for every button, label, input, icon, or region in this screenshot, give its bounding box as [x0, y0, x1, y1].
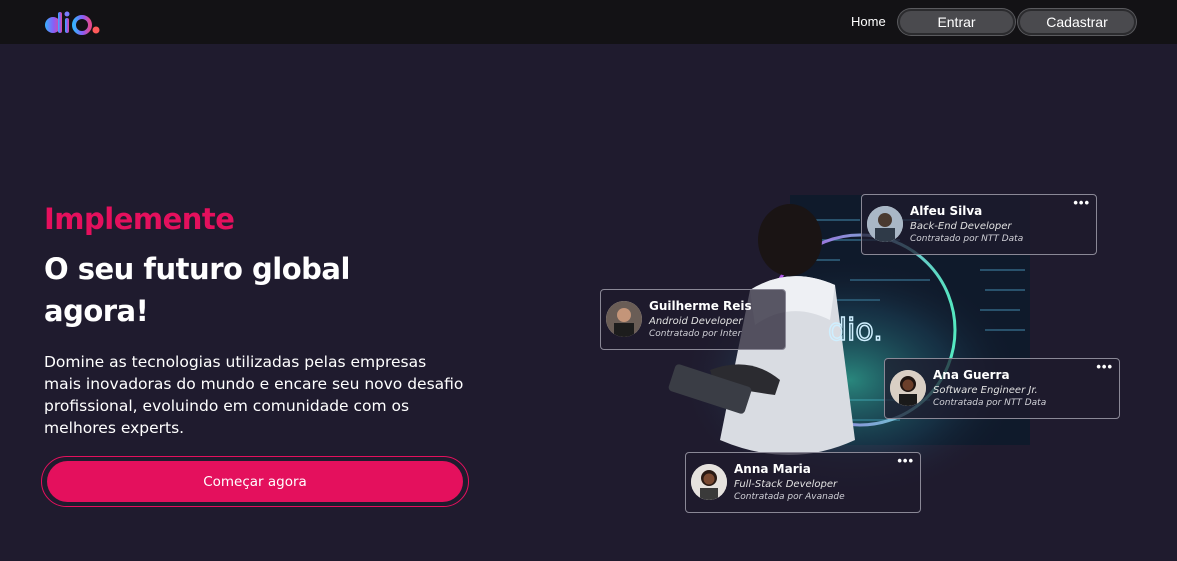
card-role: Back-End Developer	[910, 221, 1012, 232]
card-role: Android Developer	[649, 316, 743, 327]
nav-home-link[interactable]: Home	[851, 14, 886, 29]
hero-illustration: dio. Alfeu Silva Back-End Developer Cont…	[600, 180, 1120, 520]
card-company: Contratada por Avanade	[734, 492, 845, 502]
card-company: Contratado por Inter	[649, 329, 742, 339]
cadastrar-button[interactable]: Cadastrar	[1018, 9, 1136, 35]
more-options-icon[interactable]: •••	[897, 453, 914, 468]
hero-title-main: O seu futuro global agora!	[44, 252, 350, 328]
testimonial-card: Anna Maria Full-Stack Developer Contrata…	[685, 452, 921, 513]
card-name: Guilherme Reis	[649, 299, 752, 313]
cta-outline: Começar agora	[41, 456, 469, 507]
card-name: Anna Maria	[734, 462, 811, 476]
card-role: Software Engineer Jr.	[933, 385, 1038, 396]
hero-subtitle: Domine as tecnologias utilizadas pelas e…	[44, 353, 464, 437]
card-company: Contratado por NTT Data	[910, 234, 1024, 244]
hero-title-highlight: Implemente	[44, 202, 235, 236]
avatar	[691, 464, 727, 500]
avatar	[890, 370, 926, 406]
testimonial-card: Alfeu Silva Back-End Developer Contratad…	[861, 194, 1097, 255]
more-options-icon[interactable]: •••	[1096, 359, 1113, 374]
testimonial-card: Ana Guerra Software Engineer Jr. Contrat…	[884, 358, 1120, 419]
card-company: Contratada por NTT Data	[933, 398, 1047, 408]
avatar	[867, 206, 903, 242]
dio-logo[interactable]	[44, 10, 110, 36]
comecar-agora-button[interactable]: Começar agora	[47, 461, 463, 502]
more-options-icon[interactable]: •••	[1073, 195, 1090, 210]
svg-text:dio.: dio.	[828, 313, 883, 348]
entrar-button[interactable]: Entrar	[898, 9, 1015, 35]
avatar	[606, 301, 642, 337]
testimonial-card: Guilherme Reis Android Developer Contrat…	[600, 289, 786, 350]
card-name: Ana Guerra	[933, 368, 1010, 382]
card-role: Full-Stack Developer	[734, 479, 838, 490]
card-name: Alfeu Silva	[910, 204, 983, 218]
top-navbar: Home Entrar Cadastrar	[0, 0, 1177, 44]
